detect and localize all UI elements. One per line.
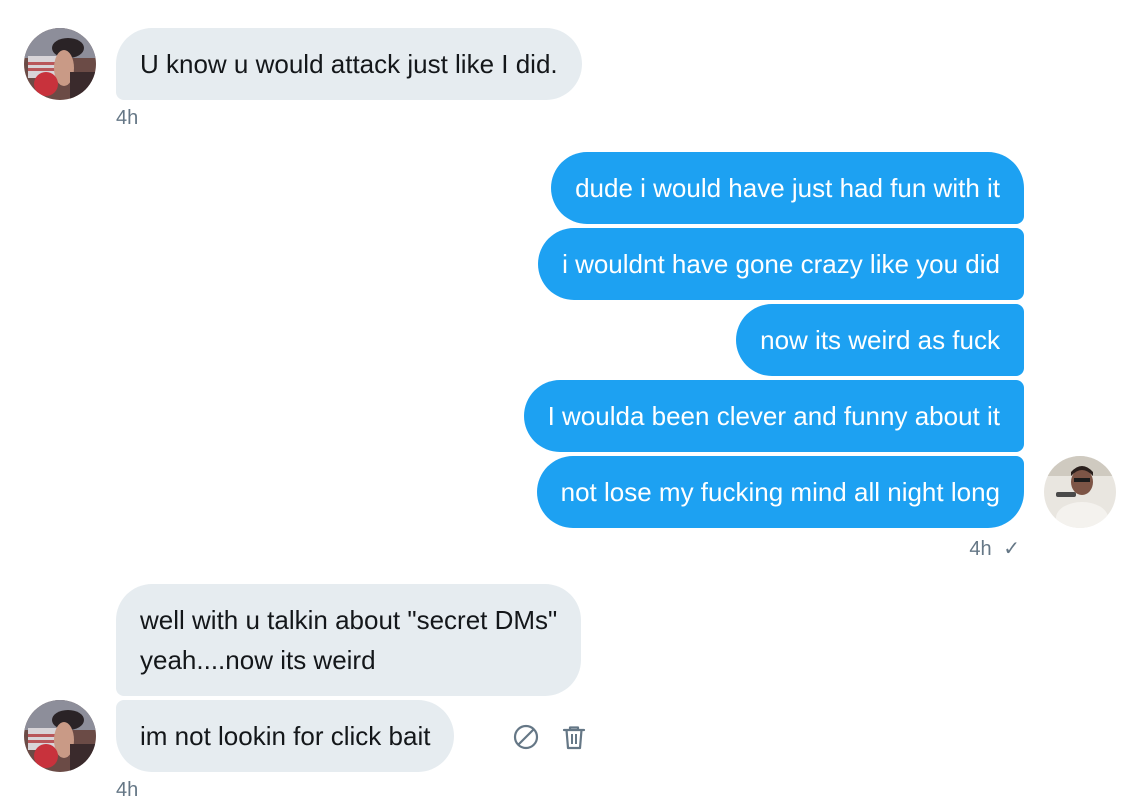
message-text: I woulda been clever and funny about it <box>547 401 1000 431</box>
block-icon[interactable] <box>512 723 540 751</box>
message-text-line: well with u talkin about "secret DMs" <box>140 605 558 635</box>
message-text: U know u would attack just like I did. <box>140 49 558 79</box>
message-text: now its weird as fuck <box>760 325 1000 355</box>
message-bubble-sent[interactable]: I woulda been clever and funny about it <box>523 380 1024 452</box>
sender-avatar[interactable] <box>24 700 96 772</box>
message-bubble-received[interactable]: U know u would attack just like I did. <box>116 28 582 100</box>
message-bubble-sent[interactable]: not lose my fucking mind all night long <box>536 456 1024 528</box>
message-text-line: yeah....now its weird <box>140 645 376 675</box>
own-avatar[interactable] <box>1044 456 1116 528</box>
message-text: not lose my fucking mind all night long <box>560 477 1000 507</box>
message-timestamp: 4h ✓ <box>969 537 1020 561</box>
message-text: im not lookin for click bait <box>140 721 431 751</box>
message-text: i wouldnt have gone crazy like you did <box>562 249 1000 279</box>
sender-avatar[interactable] <box>24 28 96 100</box>
message-text: dude i would have just had fun with it <box>575 173 1000 203</box>
sent-checkmark-icon: ✓ <box>1003 538 1020 560</box>
timestamp-text: 4h <box>969 538 992 560</box>
message-timestamp: 4h <box>116 107 139 129</box>
trash-icon[interactable] <box>560 723 588 751</box>
message-bubble-sent[interactable]: dude i would have just had fun with it <box>551 152 1024 224</box>
message-bubble-sent[interactable]: now its weird as fuck <box>736 304 1024 376</box>
message-timestamp: 4h <box>116 779 139 801</box>
message-bubble-received[interactable]: im not lookin for click bait <box>116 700 455 772</box>
message-bubble-sent[interactable]: i wouldnt have gone crazy like you did <box>538 228 1024 300</box>
message-bubble-received[interactable]: well with u talkin about "secret DMs" ye… <box>116 584 582 696</box>
